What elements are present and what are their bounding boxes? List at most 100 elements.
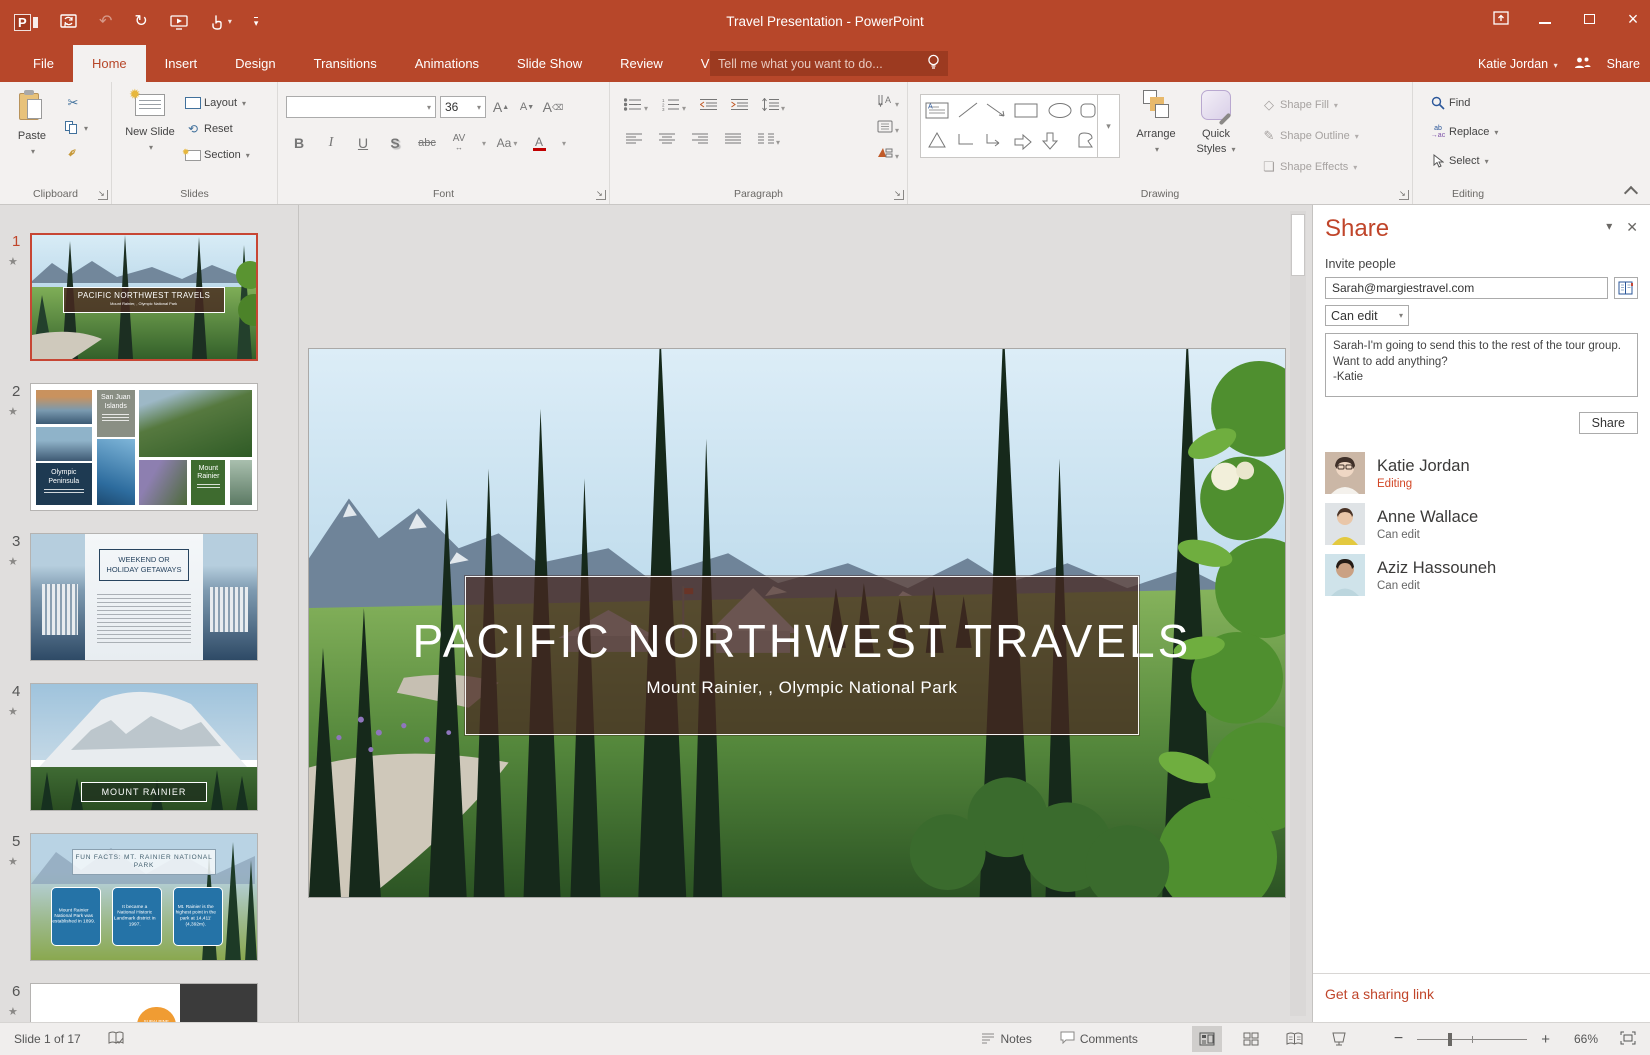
get-sharing-link[interactable]: Get a sharing link bbox=[1325, 986, 1434, 1002]
zoom-out-button[interactable]: − bbox=[1394, 1030, 1403, 1048]
zoom-in-button[interactable]: + bbox=[1541, 1031, 1550, 1048]
drawing-dialog-launcher[interactable]: ↘ bbox=[1399, 190, 1409, 200]
clipboard-dialog-launcher[interactable]: ↘ bbox=[98, 190, 108, 200]
decrease-font-size-button[interactable]: A▼ bbox=[516, 96, 538, 118]
font-color-button[interactable]: A bbox=[528, 132, 550, 154]
shape-outline-button[interactable]: ✎Shape Outline▾ bbox=[1258, 125, 1362, 147]
animation-star-icon[interactable]: ★ bbox=[8, 405, 18, 418]
close-button[interactable]: × bbox=[1624, 10, 1642, 28]
shapes-gallery[interactable]: A bbox=[920, 94, 1120, 158]
animation-star-icon[interactable]: ★ bbox=[8, 855, 18, 868]
align-center-button[interactable] bbox=[659, 132, 675, 150]
permission-dropdown[interactable]: Can edit ▾ bbox=[1325, 305, 1409, 326]
tab-transitions[interactable]: Transitions bbox=[295, 45, 396, 82]
convert-smartart-button[interactable]: ▾ bbox=[877, 146, 899, 164]
slide-editor-canvas[interactable]: PACIFIC NORTHWEST TRAVELS Mount Rainier,… bbox=[299, 205, 1312, 1022]
pane-options-icon[interactable]: ▾ bbox=[1606, 219, 1612, 236]
share-submit-button[interactable]: Share bbox=[1579, 412, 1638, 434]
section-button[interactable]: ✹ Section▾ bbox=[182, 144, 253, 166]
tab-animations[interactable]: Animations bbox=[396, 45, 498, 82]
arrange-button[interactable]: Arrange▾ bbox=[1130, 90, 1182, 157]
animation-star-icon[interactable]: ★ bbox=[8, 255, 18, 268]
scrollbar-thumb[interactable] bbox=[1291, 214, 1305, 276]
cut-button[interactable]: ✂ bbox=[62, 92, 91, 114]
align-left-button[interactable] bbox=[626, 132, 642, 150]
fit-slide-to-window-icon[interactable] bbox=[1620, 1031, 1636, 1048]
slide-3-thumbnail[interactable]: WEEKEND OR HOLIDAY GETAWAYS bbox=[30, 533, 258, 661]
animation-star-icon[interactable]: ★ bbox=[8, 705, 18, 718]
font-size-combo[interactable]: 36▾ bbox=[440, 96, 486, 118]
reading-view-button[interactable] bbox=[1280, 1026, 1310, 1052]
quick-styles-button[interactable]: QuickStyles ▾ bbox=[1190, 90, 1242, 157]
reset-button[interactable]: ⟲ Reset bbox=[182, 118, 253, 140]
notes-button[interactable]: Notes bbox=[981, 1032, 1031, 1047]
slide-sorter-view-button[interactable] bbox=[1236, 1026, 1266, 1052]
vertical-scrollbar[interactable] bbox=[1290, 211, 1306, 1016]
tab-slide-show[interactable]: Slide Show bbox=[498, 45, 601, 82]
zoom-slider[interactable] bbox=[1417, 1039, 1527, 1040]
minimize-button[interactable] bbox=[1536, 12, 1554, 26]
find-button[interactable]: Find bbox=[1427, 92, 1501, 114]
select-button[interactable]: Select▾ bbox=[1427, 150, 1501, 172]
replace-button[interactable]: ab→ac Replace▾ bbox=[1427, 121, 1501, 143]
slide-4-thumbnail[interactable]: MOUNT RAINIER bbox=[30, 683, 258, 811]
slide-subtitle[interactable]: Mount Rainier, , Olympic National Park bbox=[646, 678, 957, 698]
share-button-top[interactable]: Share bbox=[1607, 57, 1640, 71]
clear-formatting-button[interactable]: A⌫ bbox=[542, 96, 564, 118]
tab-design[interactable]: Design bbox=[216, 45, 294, 82]
shape-fill-button[interactable]: ◇Shape Fill▾ bbox=[1258, 94, 1362, 116]
comments-button[interactable]: Comments bbox=[1060, 1031, 1138, 1047]
tab-home[interactable]: Home bbox=[73, 45, 146, 82]
slide-6-thumbnail[interactable]: SUBALPINE MEADOWS DAY HIKING bbox=[30, 983, 258, 1022]
account-name[interactable]: Katie Jordan ▾ bbox=[1478, 57, 1558, 71]
copy-button[interactable]: ▾ bbox=[62, 117, 91, 139]
slide-title[interactable]: PACIFIC NORTHWEST TRAVELS bbox=[413, 614, 1192, 668]
person-row[interactable]: Katie Jordan Editing bbox=[1325, 452, 1638, 494]
bold-button[interactable]: B bbox=[288, 132, 310, 154]
columns-button[interactable]: ▾ bbox=[758, 132, 780, 150]
shapes-gallery-cells[interactable]: A bbox=[921, 95, 1097, 157]
layout-button[interactable]: Layout▾ bbox=[182, 92, 253, 114]
paste-button[interactable]: Paste▾ bbox=[6, 90, 58, 159]
change-case-button[interactable]: Aa▾ bbox=[496, 132, 518, 154]
animation-star-icon[interactable]: ★ bbox=[8, 555, 18, 568]
align-text-button[interactable]: ▾ bbox=[877, 120, 899, 138]
slide-title-box[interactable]: PACIFIC NORTHWEST TRAVELS Mount Rainier,… bbox=[465, 576, 1138, 735]
increase-indent-button[interactable] bbox=[731, 98, 748, 116]
text-shadow-button[interactable]: S bbox=[384, 132, 406, 154]
person-row[interactable]: Anne Wallace Can edit bbox=[1325, 503, 1638, 545]
text-direction-button[interactable]: A▾ bbox=[877, 94, 899, 112]
tell-me-box[interactable]: Tell me what you want to do... bbox=[710, 51, 948, 76]
slide-1-thumbnail[interactable]: PACIFIC NORTHWEST TRAVELS Mount Rainier,… bbox=[30, 233, 258, 361]
line-spacing-button[interactable]: ▾ bbox=[762, 98, 785, 116]
animation-star-icon[interactable]: ★ bbox=[8, 1005, 18, 1018]
increase-font-size-button[interactable]: A▲ bbox=[490, 96, 512, 118]
zoom-slider-thumb[interactable] bbox=[1448, 1033, 1452, 1046]
tab-file[interactable]: File bbox=[14, 45, 73, 82]
zoom-percentage[interactable]: 66% bbox=[1574, 1032, 1598, 1046]
slide-5-thumbnail[interactable]: FUN FACTS: MT. RAINIER NATIONAL PARK Mou… bbox=[30, 833, 258, 961]
underline-button[interactable]: U bbox=[352, 132, 374, 154]
new-slide-button[interactable]: ✹ New Slide ▾ bbox=[124, 90, 176, 155]
shapes-gallery-more-icon[interactable]: ▾ bbox=[1097, 95, 1119, 157]
current-slide[interactable]: PACIFIC NORTHWEST TRAVELS Mount Rainier,… bbox=[308, 348, 1286, 898]
font-dialog-launcher[interactable]: ↘ bbox=[596, 190, 606, 200]
justify-button[interactable] bbox=[725, 132, 741, 150]
normal-view-button[interactable] bbox=[1192, 1026, 1222, 1052]
address-book-icon[interactable] bbox=[1614, 277, 1638, 299]
slide-show-button[interactable] bbox=[1324, 1026, 1354, 1052]
spellcheck-icon[interactable] bbox=[108, 1031, 125, 1048]
italic-button[interactable]: I bbox=[320, 132, 342, 154]
font-name-combo[interactable]: ▾ bbox=[286, 96, 436, 118]
bullets-button[interactable]: ▾ bbox=[624, 98, 648, 116]
tab-insert[interactable]: Insert bbox=[146, 45, 217, 82]
format-painter-button[interactable]: ✒ bbox=[62, 142, 91, 164]
strikethrough-button[interactable]: abc bbox=[416, 132, 438, 154]
invite-email-input[interactable] bbox=[1325, 277, 1608, 299]
share-message-input[interactable]: Sarah-I'm going to send this to the rest… bbox=[1325, 333, 1638, 397]
pane-close-icon[interactable]: ✕ bbox=[1626, 219, 1638, 236]
collapse-ribbon-icon[interactable] bbox=[1624, 186, 1638, 200]
character-spacing-button[interactable]: AV↔ bbox=[448, 132, 470, 154]
tab-review[interactable]: Review bbox=[601, 45, 682, 82]
maximize-button[interactable] bbox=[1580, 12, 1598, 26]
